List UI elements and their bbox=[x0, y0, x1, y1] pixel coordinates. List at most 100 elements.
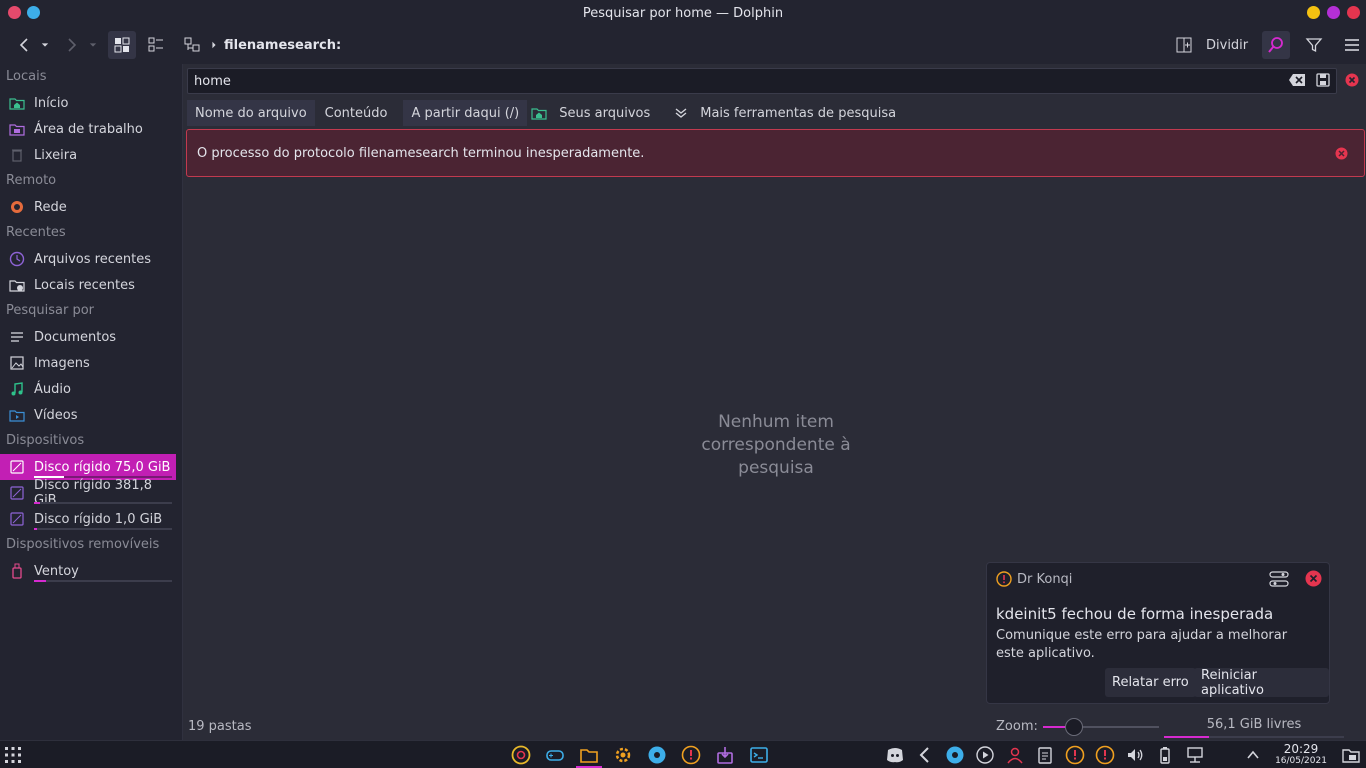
hamburger-menu-button[interactable] bbox=[1338, 31, 1366, 59]
places-panel: Locais Início Área de trabalho Lixeira R… bbox=[0, 64, 182, 740]
discord-icon[interactable] bbox=[884, 744, 906, 766]
notification-app: Dr Konqi bbox=[996, 571, 1072, 587]
sidebar-item-disco-75[interactable]: Disco rígido 75,0 GiB bbox=[0, 454, 176, 480]
digital-clock[interactable]: 20:29 16/05/2021 bbox=[1272, 743, 1330, 767]
app-launcher-icon[interactable] bbox=[2, 744, 24, 766]
sidebar-item-arquivos-recentes[interactable]: Arquivos recentes bbox=[0, 246, 176, 272]
bug-report-icon[interactable] bbox=[680, 744, 702, 766]
battery-icon[interactable] bbox=[1154, 744, 1176, 766]
sidebar-item-inicio[interactable]: Início bbox=[0, 90, 176, 116]
zoom-slider[interactable] bbox=[1043, 718, 1159, 736]
pin-icon[interactable] bbox=[27, 6, 40, 19]
back-arrow-icon bbox=[19, 38, 28, 52]
sidebar-item-disco-381[interactable]: Disco rígido 381,8 GiB bbox=[0, 478, 176, 508]
sidebar-item-lixeira[interactable]: Lixeira bbox=[0, 142, 176, 168]
compact-view-icon bbox=[184, 37, 200, 52]
bug-warning-icon bbox=[996, 571, 1012, 587]
sidebar-item-area-de-trabalho[interactable]: Área de trabalho bbox=[0, 116, 176, 142]
kde-connect-icon[interactable] bbox=[914, 744, 936, 766]
network-icon bbox=[9, 199, 25, 215]
software-center-icon[interactable] bbox=[714, 744, 736, 766]
sidebar-item-label: Área de trabalho bbox=[34, 121, 143, 137]
sidebar-item-disco-1[interactable]: Disco rígido 1,0 GiB bbox=[0, 506, 176, 532]
sidebar-item-ventoy[interactable]: Ventoy bbox=[0, 558, 176, 584]
save-search-icon[interactable] bbox=[1316, 73, 1330, 87]
details-view-button[interactable] bbox=[142, 31, 170, 59]
filter-content-button[interactable]: Conteúdo bbox=[317, 100, 396, 126]
sidebar-item-label: Lixeira bbox=[34, 147, 78, 163]
disk-usage-bar bbox=[34, 528, 172, 530]
search-input[interactable]: home bbox=[187, 68, 1337, 94]
play-icon[interactable] bbox=[974, 744, 996, 766]
sidebar-item-imagens[interactable]: Imagens bbox=[0, 350, 176, 376]
clipboard-icon[interactable] bbox=[1034, 744, 1056, 766]
images-icon bbox=[9, 355, 25, 371]
user-icon[interactable] bbox=[1004, 744, 1026, 766]
sidebar-item-label: Documentos bbox=[34, 329, 117, 345]
volume-icon[interactable] bbox=[1124, 744, 1146, 766]
dolphin-folder-icon[interactable] bbox=[578, 744, 600, 766]
recent-locations-icon bbox=[9, 277, 25, 293]
network-tray-icon[interactable] bbox=[1184, 744, 1206, 766]
filter-button[interactable] bbox=[1300, 31, 1328, 59]
close-banner-icon[interactable] bbox=[1335, 147, 1348, 160]
app-menu-icon[interactable] bbox=[8, 6, 21, 19]
documents-icon bbox=[9, 329, 25, 345]
split-view-toggle-button[interactable] bbox=[178, 31, 206, 59]
media-tray-icon[interactable] bbox=[944, 744, 966, 766]
videos-icon bbox=[9, 407, 25, 423]
forward-button[interactable] bbox=[58, 31, 86, 59]
sidebar-item-label: Rede bbox=[34, 199, 67, 215]
minimize-button[interactable] bbox=[1307, 6, 1320, 19]
empty-message-line: Nenhum item bbox=[718, 412, 834, 432]
breadcrumb-location[interactable]: filenamesearch: bbox=[224, 38, 341, 53]
media-player-icon[interactable] bbox=[646, 744, 668, 766]
notification-body: Comunique este erro para ajudar a melhor… bbox=[996, 628, 1288, 661]
back-history-dropdown[interactable] bbox=[38, 31, 52, 59]
chevron-up-icon[interactable] bbox=[1242, 744, 1264, 766]
section-dispositivos: Dispositivos bbox=[6, 433, 85, 448]
filter-your-files-button[interactable]: Seus arquivos bbox=[527, 100, 658, 126]
audio-icon bbox=[9, 381, 25, 397]
forward-history-dropdown[interactable] bbox=[86, 31, 100, 59]
sidebar-item-label: Arquivos recentes bbox=[34, 251, 151, 267]
split-icon-button[interactable] bbox=[1170, 31, 1198, 59]
folder-count: 19 pastas bbox=[188, 719, 252, 734]
close-notification-icon[interactable] bbox=[1305, 570, 1322, 587]
more-search-tools-button[interactable]: Mais ferramentas de pesquisa bbox=[666, 100, 904, 126]
split-icon bbox=[1176, 37, 1192, 53]
clear-text-icon[interactable] bbox=[1288, 73, 1306, 87]
report-bug-button[interactable]: Relatar erro bbox=[1105, 668, 1196, 697]
sidebar-item-videos[interactable]: Vídeos bbox=[0, 402, 176, 428]
sidebar-item-rede[interactable]: Rede bbox=[0, 194, 176, 220]
breadcrumb[interactable]: filenamesearch: bbox=[210, 38, 341, 53]
empty-message-line: pesquisa bbox=[738, 458, 814, 478]
disk-usage-bar bbox=[34, 502, 172, 504]
restart-app-button[interactable]: Reiniciar aplicativo bbox=[1194, 668, 1329, 698]
terminal-icon[interactable] bbox=[748, 744, 770, 766]
forward-arrow-icon bbox=[68, 38, 77, 52]
game-controller-icon[interactable] bbox=[544, 744, 566, 766]
split-button[interactable]: Dividir bbox=[1206, 38, 1248, 53]
icons-view-button[interactable] bbox=[108, 31, 136, 59]
back-button[interactable] bbox=[10, 31, 38, 59]
warning-tray-icon[interactable] bbox=[1094, 744, 1116, 766]
close-search-icon[interactable] bbox=[1345, 73, 1359, 87]
maximize-button[interactable] bbox=[1327, 6, 1340, 19]
zoom-slider-handle[interactable] bbox=[1065, 718, 1084, 736]
show-desktop-icon[interactable] bbox=[1340, 744, 1362, 766]
chrome-icon[interactable] bbox=[510, 744, 532, 766]
system-settings-icon[interactable] bbox=[612, 744, 634, 766]
warning-tray-icon[interactable] bbox=[1064, 744, 1086, 766]
filter-filename-button[interactable]: Nome do arquivo bbox=[187, 100, 315, 126]
sidebar-item-audio[interactable]: Áudio bbox=[0, 376, 176, 402]
sidebar-item-documentos[interactable]: Documentos bbox=[0, 324, 176, 350]
title-bar: Pesquisar por home — Dolphin bbox=[0, 0, 1366, 26]
sidebar-item-label: Disco rígido 75,0 GiB bbox=[34, 459, 171, 475]
search-button[interactable] bbox=[1262, 31, 1291, 59]
sidebar-item-locais-recentes[interactable]: Locais recentes bbox=[0, 272, 176, 298]
settings-sliders-icon[interactable] bbox=[1269, 570, 1289, 588]
clock-date: 16/05/2021 bbox=[1275, 756, 1327, 766]
filter-from-here-button[interactable]: A partir daqui (/) bbox=[403, 100, 528, 126]
close-button[interactable] bbox=[1347, 6, 1360, 19]
